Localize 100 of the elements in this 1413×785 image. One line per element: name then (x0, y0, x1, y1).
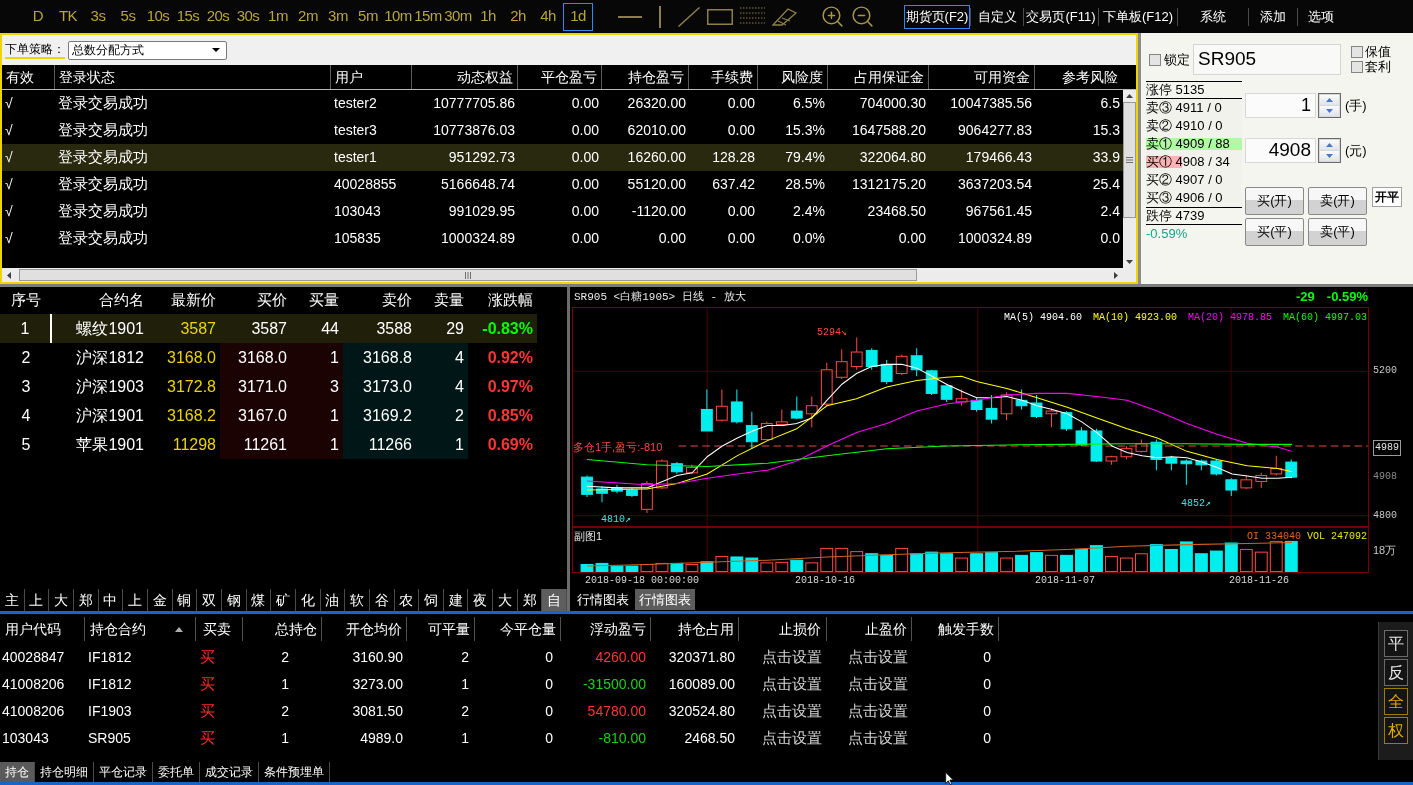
period-tab[interactable]: D (23, 2, 53, 31)
column-header[interactable]: 合约名 (52, 289, 148, 312)
strategy-dropdown[interactable]: 总数分配方式 (68, 40, 227, 60)
rectangle-icon[interactable] (707, 8, 733, 25)
column-header[interactable]: 止损价 (739, 617, 827, 641)
click-to-set-link[interactable]: 点击设置 (762, 646, 822, 669)
column-header[interactable]: 买价 (220, 289, 291, 312)
price-field[interactable]: 4908 (1245, 138, 1316, 163)
column-header[interactable]: 触发手数 (912, 617, 999, 641)
click-to-set-link[interactable]: 点击设置 (762, 700, 822, 723)
sell-close-button[interactable]: 卖(平) (1308, 218, 1367, 246)
order-book-entry[interactable]: 买③ 4906 / 0 (1146, 188, 1223, 208)
period-tab[interactable]: TK (53, 2, 83, 31)
menu-tab[interactable]: 期货页(F2) (904, 4, 970, 29)
column-header[interactable]: 买量 (291, 289, 343, 312)
arrow-right-icon[interactable] (1114, 271, 1118, 279)
checkbox[interactable] (1149, 53, 1161, 66)
spin-up-button[interactable] (1320, 140, 1339, 150)
quantity-field[interactable]: 1 (1245, 93, 1316, 118)
click-to-set-link[interactable]: 点击设置 (848, 673, 908, 696)
vertical-scrollbar[interactable] (1123, 90, 1136, 268)
click-to-set-link[interactable]: 点击设置 (848, 727, 908, 750)
column-header[interactable]: 今平仓量 (475, 617, 561, 641)
diagonal-line-icon[interactable] (678, 6, 700, 27)
period-tab[interactable]: 15s (173, 2, 203, 31)
menu-tab[interactable]: 自定义 (971, 4, 1023, 29)
column-header[interactable]: 止盈价 (827, 617, 912, 641)
sell-open-button[interactable]: 卖(开) (1308, 187, 1367, 215)
period-tab[interactable]: 1h (473, 2, 503, 31)
zoom-out-icon[interactable] (850, 4, 875, 29)
column-header[interactable]: 用户代码 (0, 617, 85, 641)
side-button[interactable]: 权 (1384, 717, 1408, 744)
eraser-icon[interactable] (772, 7, 797, 26)
column-header[interactable]: 手续费 (689, 65, 758, 89)
order-book-entry[interactable]: 买② 4907 / 0 (1146, 170, 1223, 190)
column-header[interactable]: 平仓盈亏 (518, 65, 602, 89)
period-tab[interactable]: 30s (233, 2, 263, 31)
column-header[interactable]: 用户 (331, 65, 412, 89)
column-header[interactable]: 参考风险 (1035, 65, 1136, 89)
bottom-tab[interactable]: 持仓 (0, 762, 35, 782)
column-header[interactable]: 卖量 (416, 289, 468, 312)
side-button[interactable]: 反 (1384, 659, 1408, 686)
buy-open-button[interactable]: 买(开) (1245, 187, 1304, 215)
chart-tab[interactable]: 行情图表 (635, 589, 695, 610)
period-tab[interactable]: 3s (83, 2, 113, 31)
vertical-line-icon[interactable] (659, 5, 661, 28)
period-tab[interactable]: 10m (383, 2, 413, 31)
period-tab[interactable]: 20s (203, 2, 233, 31)
column-header[interactable]: 买卖 (196, 617, 243, 641)
column-header[interactable]: 占用保证金 (828, 65, 929, 89)
column-header[interactable]: 总持仓 (243, 617, 322, 641)
period-tab[interactable]: 3m (323, 2, 353, 31)
column-header[interactable]: 涨跌幅 (468, 289, 537, 312)
column-header[interactable]: 可用资金 (929, 65, 1035, 89)
menu-tab[interactable]: 下单板(F12) (1099, 4, 1177, 29)
period-tab[interactable]: 5s (113, 2, 143, 31)
column-header[interactable]: 可平量 (407, 617, 475, 641)
menu-tab[interactable]: 添加 (1249, 4, 1297, 29)
symbol-field[interactable]: SR905 (1193, 44, 1341, 75)
arrow-left-icon[interactable] (7, 271, 11, 279)
order-book-entry[interactable]: 买① 4908 / 34 (1146, 152, 1230, 172)
quote-row[interactable]: 1 螺纹1901 3587 3587 44 3588 29 -0.83% (0, 314, 537, 343)
period-tab[interactable]: 1m (263, 2, 293, 31)
column-header[interactable]: 最新价 (148, 289, 220, 312)
menu-tab[interactable]: 系统 (1178, 4, 1248, 29)
arrow-down-icon[interactable] (1126, 260, 1133, 264)
column-header[interactable]: 持仓占用 (651, 617, 739, 641)
click-to-set-link[interactable]: 点击设置 (762, 673, 822, 696)
spin-up-button[interactable] (1320, 95, 1339, 105)
column-header[interactable]: 持仓合约 (85, 617, 196, 641)
period-tab[interactable]: 2m (293, 2, 323, 31)
order-book-entry[interactable]: 卖③ 4911 / 0 (1146, 98, 1222, 118)
checkbox[interactable] (1351, 45, 1363, 58)
period-tab[interactable]: 5m (353, 2, 383, 31)
column-header[interactable]: 序号 (0, 289, 52, 312)
column-header[interactable]: 卖价 (343, 289, 416, 312)
side-button[interactable]: 平 (1384, 630, 1408, 657)
column-header[interactable]: 有效 (2, 65, 55, 89)
open-close-button[interactable]: 开平 (1372, 187, 1402, 207)
column-header[interactable]: 风险度 (758, 65, 828, 89)
horizontal-line-icon[interactable] (618, 15, 642, 18)
exchange-tab[interactable]: 自 (542, 589, 568, 611)
period-tab[interactable]: 15m (413, 2, 443, 31)
scrollbar-thumb[interactable] (1123, 102, 1136, 218)
period-tab[interactable]: 10s (143, 2, 173, 31)
column-header[interactable]: 持仓盈亏 (602, 65, 689, 89)
column-header[interactable]: 开仓均价 (322, 617, 407, 641)
period-tab[interactable]: 1d (563, 2, 593, 31)
buy-close-button[interactable]: 买(平) (1245, 218, 1304, 246)
dotted-lines-icon[interactable] (740, 6, 765, 27)
click-to-set-link[interactable]: 点击设置 (762, 727, 822, 750)
order-book-entry[interactable]: 卖① 4909 / 88 (1146, 134, 1230, 154)
column-header[interactable]: 动态权益 (412, 65, 518, 89)
period-tab[interactable]: 30m (443, 2, 473, 31)
account-row[interactable]: √ 登录交易成功 tester1 951292.73 0.00 16260.00 128.28 79.4% 322064.80 179466.43 33.9 (2, 144, 1123, 171)
period-tab[interactable]: 2h (503, 2, 533, 31)
horizontal-scrollbar[interactable] (2, 268, 1136, 282)
side-button[interactable]: 全 (1384, 688, 1408, 715)
period-tab[interactable]: 4h (533, 2, 563, 31)
menu-tab[interactable]: 选项 (1298, 4, 1344, 29)
